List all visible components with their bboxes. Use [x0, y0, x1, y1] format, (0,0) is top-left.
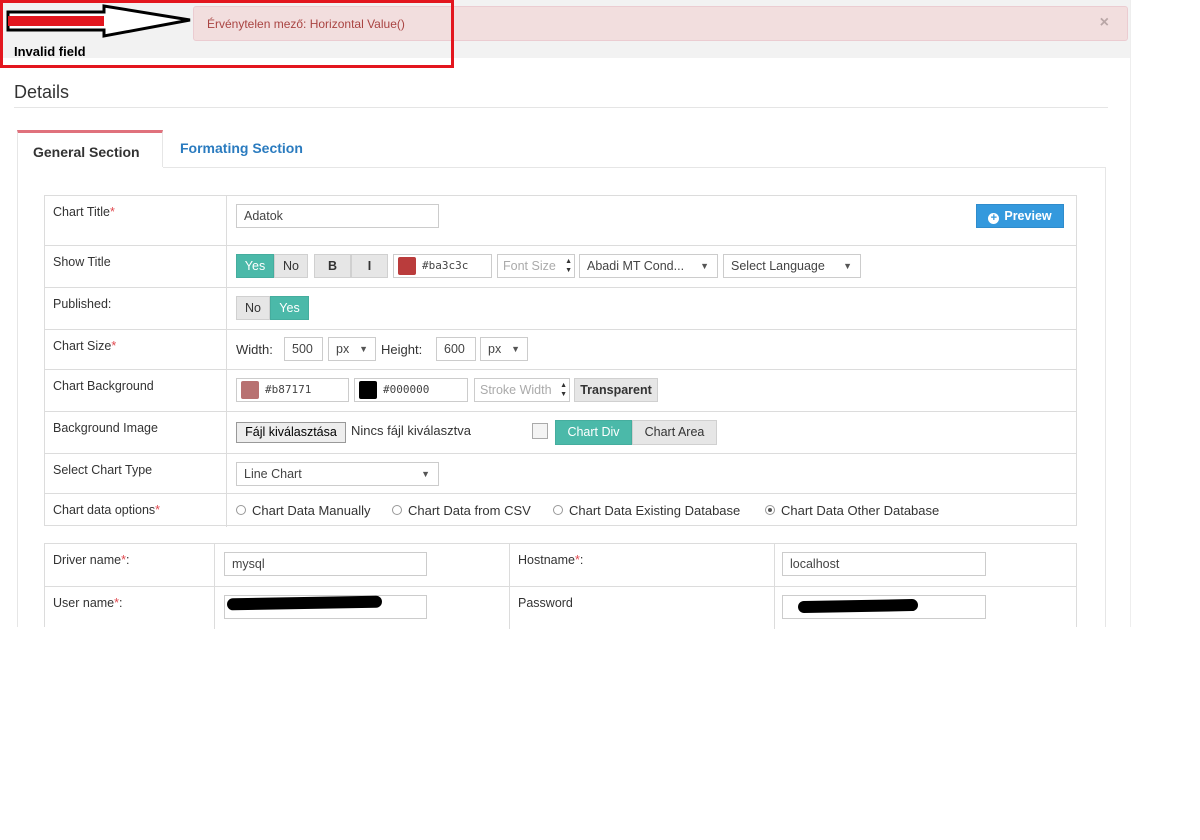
chart-area-button[interactable]: Chart Area: [632, 420, 717, 445]
spinner-icon: ▲ ▼: [560, 382, 567, 398]
caret-down-icon: ▼: [421, 469, 430, 479]
option-other-db-label: Chart Data Other Database: [781, 503, 940, 518]
broken-image-icon: [532, 423, 548, 439]
stroke-color-swatch: [359, 381, 377, 399]
radio-other-db[interactable]: [765, 505, 775, 515]
chart-type-label: Select Chart Type: [45, 454, 227, 494]
tab-border: [163, 167, 1106, 168]
plus-circle-icon: +: [988, 213, 1000, 224]
published-yes-button[interactable]: Yes: [270, 296, 309, 320]
chart-title-input[interactable]: Adatok: [236, 204, 439, 228]
row-show-title: Show Title Yes No B I #ba3c3c Font Size …: [45, 245, 1076, 288]
hostname-input[interactable]: localhost: [782, 552, 986, 576]
row-chart-title: Chart Title* Adatok + Preview: [45, 196, 1076, 245]
height-input[interactable]: 600: [436, 337, 476, 361]
redaction: [797, 598, 919, 614]
height-unit-select[interactable]: px ▼: [480, 337, 528, 361]
row-chart-background: Chart Background #b87171 #000000 Stroke …: [45, 369, 1076, 412]
user-name-input[interactable]: [224, 595, 427, 619]
redaction: [226, 595, 383, 611]
show-title-no-button[interactable]: No: [274, 254, 308, 278]
tab-body-border-left: [17, 167, 18, 627]
font-size-input[interactable]: Font Size ▲ ▼: [497, 254, 575, 278]
caret-down-icon: ▼: [359, 344, 368, 354]
row-user-password: User name*: Password: [45, 586, 1076, 629]
published-no-button[interactable]: No: [236, 296, 270, 320]
chart-div-button[interactable]: Chart Div: [555, 420, 632, 445]
password-label: Password: [510, 587, 775, 629]
option-manually-label: Chart Data Manually: [252, 503, 371, 518]
radio-existing-db[interactable]: [553, 505, 563, 515]
title-color-input[interactable]: #ba3c3c: [393, 254, 492, 278]
annotation-arrow-icon: [6, 4, 191, 38]
background-image-label: Background Image: [45, 412, 227, 454]
driver-name-label: Driver name*:: [45, 544, 215, 586]
font-select[interactable]: Abadi MT Cond... ▼: [579, 254, 718, 278]
show-title-yes-button[interactable]: Yes: [236, 254, 274, 278]
caret-down-icon: ▼: [843, 261, 852, 271]
option-existing-db-label: Chart Data Existing Database: [569, 503, 741, 518]
row-chart-type: Select Chart Type Line Chart ▼: [45, 453, 1076, 494]
show-title-label: Show Title: [45, 246, 227, 288]
hostname-label: Hostname*:: [510, 544, 775, 586]
alert-close-button[interactable]: ×: [1100, 14, 1109, 32]
file-choose-button[interactable]: Fájl kiválasztása: [236, 422, 346, 443]
general-form-table: Chart Title* Adatok + Preview Show Title …: [44, 195, 1077, 527]
tab-body-border-right: [1105, 167, 1106, 627]
background-color-swatch: [241, 381, 259, 399]
width-unit-select[interactable]: px ▼: [328, 337, 376, 361]
tab-formating-section[interactable]: Formating Section: [165, 130, 318, 167]
password-input[interactable]: [782, 595, 986, 619]
chart-type-select[interactable]: Line Chart ▼: [236, 462, 439, 486]
row-chart-size: Chart Size* Width: 500 px ▼ Height: 600 …: [45, 329, 1076, 370]
user-name-label: User name*:: [45, 587, 215, 629]
annotation-label: Invalid field: [14, 44, 86, 59]
radio-manually[interactable]: [236, 505, 246, 515]
row-data-options: Chart data options* Chart Data Manually …: [45, 493, 1076, 527]
chart-size-label: Chart Size*: [45, 330, 227, 370]
preview-button[interactable]: + Preview: [976, 204, 1064, 228]
width-label: Width:: [236, 342, 273, 357]
data-options-label: Chart data options*: [45, 494, 227, 527]
option-csv-label: Chart Data from CSV: [408, 503, 531, 518]
tab-general-section[interactable]: General Section: [17, 130, 163, 167]
spinner-icon: ▲ ▼: [565, 258, 572, 274]
transparent-button[interactable]: Transparent: [574, 378, 658, 402]
page-title: Details: [14, 82, 70, 102]
chart-title-label: Chart Title*: [45, 196, 227, 245]
caret-down-icon: ▼: [700, 261, 709, 271]
caret-down-icon: ▼: [511, 344, 520, 354]
title-color-swatch: [398, 257, 416, 275]
stroke-color-input[interactable]: #000000: [354, 378, 468, 402]
background-color-input[interactable]: #b87171: [236, 378, 349, 402]
published-label: Published:: [45, 288, 227, 330]
bold-button[interactable]: B: [314, 254, 351, 278]
stroke-width-input[interactable]: Stroke Width ▲ ▼: [474, 378, 570, 402]
row-driver-host: Driver name*: mysql Hostname*: localhost: [45, 544, 1076, 586]
row-published: Published: No Yes: [45, 287, 1076, 330]
width-input[interactable]: 500: [284, 337, 323, 361]
row-background-image: Background Image Fájl kiválasztása Nincs…: [45, 411, 1076, 454]
database-form-table: Driver name*: mysql Hostname*: localhost…: [44, 543, 1077, 629]
chart-background-label: Chart Background: [45, 370, 227, 412]
italic-button[interactable]: I: [351, 254, 388, 278]
divider: [14, 107, 1108, 108]
height-label: Height:: [381, 342, 423, 357]
radio-csv[interactable]: [392, 505, 402, 515]
no-file-text: Nincs fájl kiválasztva: [351, 423, 471, 438]
driver-name-input[interactable]: mysql: [224, 552, 427, 576]
language-select[interactable]: Select Language ▼: [723, 254, 861, 278]
